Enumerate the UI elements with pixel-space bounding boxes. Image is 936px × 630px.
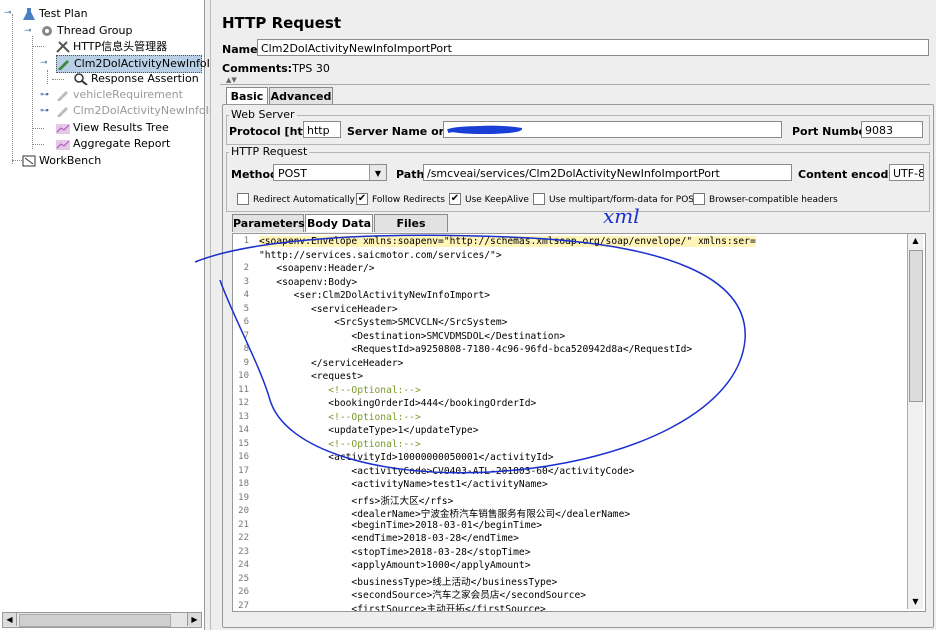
expand-icon[interactable]: ⊶ <box>40 91 49 100</box>
line-number: 25 <box>238 573 249 584</box>
line-number: 26 <box>238 587 249 597</box>
tree-item-aggregate-report[interactable]: Aggregate Report <box>56 136 170 152</box>
line-number: 20 <box>238 506 249 516</box>
tree-item-http-request-disabled[interactable]: Clm2DolActivityNewInfoImp <box>56 103 227 119</box>
code-line: <endTime>2018-03-28</endTime> <box>259 533 519 544</box>
handwritten-note: xml <box>603 204 640 228</box>
tree-item-test-plan[interactable]: Test Plan <box>22 6 88 22</box>
line-number: 24 <box>238 560 249 570</box>
test-plan-tree[interactable]: ⊸ ⊸ ⊸ ⊶ ⊶ Test Plan Thread Group HTTP信息头… <box>0 0 228 630</box>
http-request-title: HTTP Request <box>229 145 310 158</box>
chevron-down-icon[interactable]: ▼ <box>369 165 386 180</box>
code-line: <firstSource>主动开拓</firstSource> <box>259 603 546 612</box>
tree-item-header-manager[interactable]: HTTP信息头管理器 <box>56 39 167 55</box>
divider <box>220 84 930 85</box>
code-line: <stopTime>2018-03-28</stopTime> <box>259 546 531 558</box>
editor-vertical-scrollbar[interactable]: ▲ ▼ <box>907 234 923 609</box>
line-number: 23 <box>238 546 249 557</box>
tree-item-view-results-tree[interactable]: View Results Tree <box>56 120 169 136</box>
tab-advanced[interactable]: Advanced <box>269 87 333 105</box>
path-field[interactable]: /smcveai/services/Clm2DolActivityNewInfo… <box>423 164 792 181</box>
collapse-icon[interactable]: ⊸ <box>40 59 48 68</box>
scroll-down-icon[interactable]: ▼ <box>908 595 923 609</box>
comments-row[interactable]: Comments:TPS 30 <box>222 62 330 75</box>
method-select[interactable]: POST ▼ <box>273 164 387 181</box>
code-line: <applyAmount>1000</applyAmount> <box>259 560 531 571</box>
tab-basic[interactable]: Basic <box>226 87 268 105</box>
splitter-arrows-icon[interactable]: ▲▼ <box>226 76 237 84</box>
pencil-disabled-icon <box>57 91 68 101</box>
code-line: <businessType>线上活动</businessType> <box>259 576 558 588</box>
flask-icon <box>23 8 35 20</box>
scroll-thumb[interactable] <box>19 614 171 627</box>
scroll-up-icon[interactable]: ▲ <box>908 234 923 248</box>
scroll-thumb[interactable] <box>909 250 923 402</box>
web-server-title: Web Server <box>229 108 297 121</box>
protocol-field[interactable]: http <box>303 121 341 138</box>
tree-item-vehicle-requirement[interactable]: vehicleRequirement <box>56 87 183 103</box>
workbench-icon <box>22 155 36 167</box>
code-line: <secondSource>汽车之家会员店</secondSource> <box>259 590 587 601</box>
magnifier-icon <box>74 73 88 85</box>
code-line: <beginTime>2018-03-01</beginTime> <box>259 519 543 531</box>
scroll-left-icon[interactable]: ◀ <box>3 613 17 626</box>
tree-item-workbench[interactable]: WorkBench <box>22 153 101 169</box>
name-field[interactable]: Clm2DolActivityNewInfoImportPort <box>257 39 929 56</box>
gear-icon <box>42 26 52 36</box>
line-number: 22 <box>238 533 249 543</box>
redacted-scribble-icon <box>447 125 523 134</box>
line-number: 27 <box>238 600 249 611</box>
encoding-field[interactable]: UTF-8 <box>889 164 924 181</box>
line-number: 19 <box>238 492 249 503</box>
server-field[interactable] <box>443 121 782 138</box>
name-label: Name: <box>222 43 262 56</box>
comments-label: Comments: <box>222 62 293 75</box>
code-line: <rfs>浙江大区</rfs> <box>259 495 454 507</box>
pencil-icon <box>58 60 69 70</box>
chart-icon <box>56 124 70 134</box>
port-field[interactable]: 9083 <box>861 121 923 138</box>
collapse-icon[interactable]: ⊸ <box>24 27 32 36</box>
tree-item-response-assertion[interactable]: Response Assertion <box>74 71 199 87</box>
tree-item-thread-group[interactable]: Thread Group <box>40 23 132 39</box>
tree-horizontal-scrollbar[interactable]: ◀ ▶ <box>2 612 202 628</box>
code-line: <dealerName>宁波金桥汽车销售服务有限公司</dealerName> <box>259 509 631 520</box>
scroll-right-icon[interactable]: ▶ <box>187 613 201 626</box>
handdrawn-ellipse-annotation <box>194 234 746 474</box>
pencil-disabled-icon <box>57 107 68 117</box>
chart-icon <box>56 140 70 150</box>
page-title: HTTP Request <box>222 14 341 32</box>
line-number: 21 <box>238 519 249 530</box>
collapse-icon[interactable]: ⊸ <box>4 9 12 18</box>
tools-icon <box>56 41 70 53</box>
expand-icon[interactable]: ⊶ <box>40 107 49 116</box>
comments-field[interactable]: TPS 30 <box>292 62 330 75</box>
